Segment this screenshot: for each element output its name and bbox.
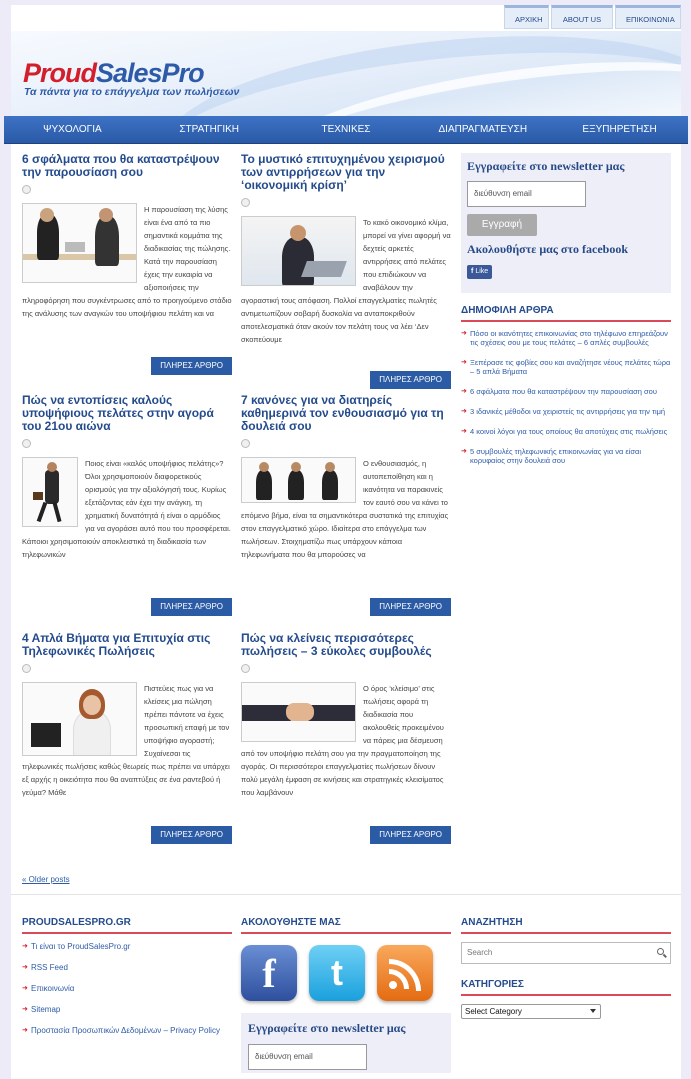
facebook-icon: f [471,268,474,275]
newsletter-title: Εγγραφείτε στο newsletter μας [467,159,625,173]
footer-link-privacy[interactable]: Προστασία Προσωπικών Δεδομένων – Privacy… [22,1026,232,1035]
post-title[interactable]: 4 Απλά Βήματα για Επιτυχία στις Τηλεφωνι… [22,632,232,658]
site-logo[interactable]: ProudSalesPro Τα πάντα για το επάγγελμα … [23,58,239,98]
comment-bubble-icon[interactable] [22,185,31,194]
read-more-button[interactable]: ΠΛΗΡΕΣ ΑΡΘΡΟ [370,598,451,616]
topnav-about-link[interactable]: ABOUT US [551,5,613,29]
nav-negotiation[interactable]: ΔΙΑΠΡΑΓΜΑΤΕΥΣΗ [414,116,551,143]
facebook-like-button[interactable]: f Like [467,265,493,279]
footer-divider [11,894,681,895]
read-more-button[interactable]: ΠΛΗΡΕΣ ΑΡΘΡΟ [151,826,232,844]
footer-follow: ΑΚΟΛΟΥΘΗΣΤΕ ΜΑΣ f t Εγγραφείτε στο newsl… [241,917,451,1073]
post-card: Πώς να κλείνεις περισσότερες πωλήσεις – … [241,632,451,844]
newsletter-email-input[interactable]: διεύθυνση email [467,181,586,207]
comment-bubble-icon[interactable] [22,664,31,673]
popular-post-link[interactable]: 4 κοινοί λόγοι για τους οποίους θα αποτύ… [461,427,671,436]
facebook-icon[interactable]: f [241,945,297,1001]
newsletter-widget: Εγγραφείτε στο newsletter μας διεύθυνση … [461,153,671,293]
post-card: 7 κανόνες για να διατηρείς καθημερινά το… [241,394,451,616]
post-card: 6 σφάλματα που θα καταστρέψουν την παρου… [22,153,232,375]
comment-bubble-icon[interactable] [241,664,250,673]
topnav-home-link[interactable]: ΑΡΧΙΚΗ [504,5,549,29]
search-icon[interactable] [657,948,664,955]
popular-post-link[interactable]: Ξεπέρασε τις φοβίες σου και αναζήτησε νέ… [461,358,671,376]
comment-bubble-icon[interactable] [241,198,250,207]
post-title[interactable]: Το μυστικό επιτυχημένου χειρισμού των αν… [241,153,451,192]
popular-post-link[interactable]: 3 ιδανικές μέθοδοι να χειριστείς τις αντ… [461,407,671,416]
category-select[interactable]: Select Category [461,1004,601,1019]
footer-search-categories: ΑΝΑΖΗΤΗΣΗ Search ΚΑΤΗΓΟΡΙΕΣ Select Categ… [461,917,671,1019]
page-wrapper: ΑΡΧΙΚΗ ABOUT US ΕΠΙΚΟΙΝΩΝΙΑ ProudSalesPr… [4,5,688,1079]
footer-link-rss[interactable]: RSS Feed [22,963,232,972]
nav-psychology[interactable]: ΨΥΧΟΛΟΓΙΑ [4,116,141,143]
main-nav: ΨΥΧΟΛΟΓΙΑ ΣΤΡΑΤΗΓΙΚΗ ΤΕΧΝΙΚΕΣ ΔΙΑΠΡΑΓΜΑΤ… [4,116,688,144]
facebook-follow-title: Ακολουθήστε μας στο facebook [467,242,628,256]
popular-posts-list: Πόσο οι ικανότητες επικοινωνίας στο τηλέ… [461,329,671,465]
chevron-down-icon [590,1009,596,1013]
post-title[interactable]: Πώς να κλείνεις περισσότερες πωλήσεις – … [241,632,451,658]
read-more-button[interactable]: ΠΛΗΡΕΣ ΑΡΘΡΟ [370,371,451,389]
footer-link-about[interactable]: Τι είναι το ProudSalesPro.gr [22,942,232,951]
categories-heading: ΚΑΤΗΓΟΡΙΕΣ [461,979,671,996]
read-more-button[interactable]: ΠΛΗΡΕΣ ΑΡΘΡΟ [151,598,232,616]
post-thumbnail[interactable] [241,682,356,742]
post-thumbnail[interactable] [22,682,137,756]
footer-link-contact[interactable]: Επικοινωνία [22,984,232,993]
comment-bubble-icon[interactable] [241,439,250,448]
nav-service[interactable]: ΕΞΥΠΗΡΕΤΗΣΗ [551,116,688,143]
logo-wordmark: ProudSalesPro [23,58,205,88]
read-more-button[interactable]: ΠΛΗΡΕΣ ΑΡΘΡΟ [151,357,232,375]
popular-post-link[interactable]: 5 συμβουλές τηλεφωνικής επικοινωνίας για… [461,447,671,465]
post-title[interactable]: 6 σφάλματα που θα καταστρέψουν την παρου… [22,153,232,179]
footer-newsletter-widget: Εγγραφείτε στο newsletter μας διεύθυνση … [241,1013,451,1073]
rss-icon[interactable] [377,945,433,1001]
footer-site-heading: PROUDSALESPRO.GR [22,917,232,934]
site-header: ProudSalesPro Τα πάντα για το επάγγελμα … [11,31,681,117]
newsletter-submit-button[interactable]: Εγγραφή [467,214,537,236]
post-thumbnail[interactable] [22,203,137,283]
twitter-icon[interactable]: t [309,945,365,1001]
search-input[interactable]: Search [461,942,671,964]
nav-techniques[interactable]: ΤΕΧΝΙΚΕΣ [278,116,415,143]
social-icons: f t [241,945,451,1001]
popular-posts-heading: ΔΗΜΟΦΙΛΗ ΑΡΘΡΑ [461,305,671,322]
post-card: Πώς να εντοπίσεις καλούς υποψήφιους πελά… [22,394,232,616]
popular-post-link[interactable]: 6 σφάλματα που θα καταστρέψουν την παρου… [461,387,671,396]
post-title[interactable]: 7 κανόνες για να διατηρείς καθημερινά το… [241,394,451,433]
post-card: Το μυστικό επιτυχημένου χειρισμού των αν… [241,153,451,389]
popular-posts-widget: ΔΗΜΟΦΙΛΗ ΑΡΘΡΑ Πόσο οι ικανότητες επικοι… [461,305,671,476]
post-thumbnail[interactable] [22,457,78,527]
footer-follow-heading: ΑΚΟΛΟΥΘΗΣΤΕ ΜΑΣ [241,917,451,934]
post-card: 4 Απλά Βήματα για Επιτυχία στις Τηλεφωνι… [22,632,232,844]
nav-strategy[interactable]: ΣΤΡΑΤΗΓΙΚΗ [141,116,278,143]
top-nav: ΑΡΧΙΚΗ ABOUT US ΕΠΙΚΟΙΝΩΝΙΑ [504,5,681,29]
read-more-button[interactable]: ΠΛΗΡΕΣ ΑΡΘΡΟ [370,826,451,844]
post-thumbnail[interactable] [241,216,356,286]
post-thumbnail[interactable] [241,457,356,503]
footer-newsletter-title: Εγγραφείτε στο newsletter μας [248,1021,406,1035]
popular-post-link[interactable]: Πόσο οι ικανότητες επικοινωνίας στο τηλέ… [461,329,671,347]
logo-tagline: Τα πάντα για το επάγγελμα των πωλήσεων [24,86,240,98]
search-heading: ΑΝΑΖΗΤΗΣΗ [461,917,671,934]
footer-site-links: PROUDSALESPRO.GR Τι είναι το ProudSalesP… [22,917,232,1047]
topnav-contact-link[interactable]: ΕΠΙΚΟΙΝΩΝΙΑ [615,5,681,29]
footer-newsletter-email-input[interactable]: διεύθυνση email [248,1044,367,1070]
comment-bubble-icon[interactable] [22,439,31,448]
post-title[interactable]: Πώς να εντοπίσεις καλούς υποψήφιους πελά… [22,394,232,433]
older-posts-link[interactable]: « Older posts [22,875,70,884]
footer-link-sitemap[interactable]: Sitemap [22,1005,232,1014]
